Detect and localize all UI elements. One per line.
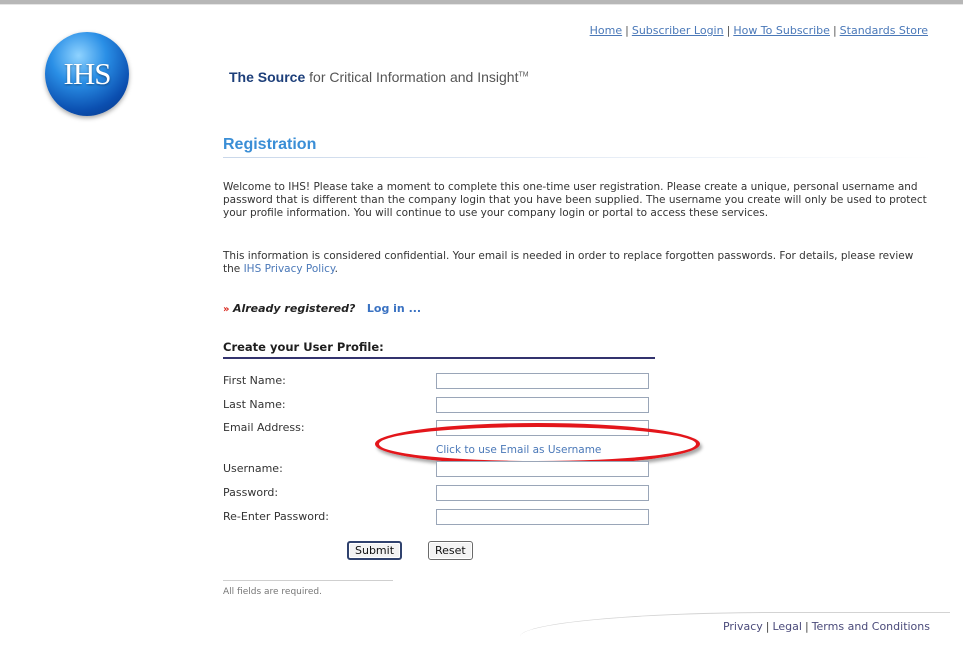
reenter-password-label: Re-Enter Password: <box>223 510 329 523</box>
nav-separator: | <box>726 24 731 37</box>
top-border <box>0 0 963 5</box>
ihs-logo[interactable]: IHS <box>45 32 129 116</box>
confidential-paragraph: This information is considered confident… <box>223 250 933 276</box>
confidential-end: . <box>334 263 338 275</box>
tagline-bold: The Source <box>229 69 306 85</box>
footer-links: Privacy | Legal | Terms and Conditions <box>723 620 930 633</box>
nav-how-to-subscribe-link[interactable]: How To Subscribe <box>733 24 830 37</box>
footer-legal-link[interactable]: Legal <box>772 620 801 633</box>
last-name-field[interactable] <box>436 397 649 413</box>
password-field[interactable] <box>436 485 649 501</box>
nav-separator: | <box>625 24 629 37</box>
nav-home-link[interactable]: Home <box>590 24 622 37</box>
logo-text: IHS <box>63 56 112 91</box>
first-name-field[interactable] <box>436 373 649 389</box>
nav-separator: | <box>832 24 837 37</box>
welcome-paragraph: Welcome to IHS! Please take a moment to … <box>223 181 927 219</box>
footer-privacy-link[interactable]: Privacy <box>723 620 763 633</box>
reenter-password-field[interactable] <box>436 509 649 525</box>
use-email-as-username-link[interactable]: Click to use Email as Username <box>436 444 601 456</box>
first-name-label: First Name: <box>223 374 286 387</box>
email-field[interactable] <box>436 420 649 436</box>
submit-button[interactable]: Submit <box>347 541 403 560</box>
already-registered-row: » Already registered? Log in ... <box>223 302 421 315</box>
nav-subscriber-login-link[interactable]: Subscriber Login <box>632 24 724 37</box>
username-label: Username: <box>223 462 283 475</box>
already-registered-text: Already registered? <box>232 302 356 315</box>
top-navigation: Home | Subscriber Login | How To Subscribe | S… <box>590 24 928 37</box>
privacy-policy-link[interactable]: IHS Privacy Policy <box>244 263 335 275</box>
login-link[interactable]: Log in ... <box>367 302 421 315</box>
profile-divider <box>223 357 655 359</box>
tagline: The Source for Critical Information and … <box>229 69 529 85</box>
double-arrow-icon: » <box>223 304 230 315</box>
password-label: Password: <box>223 486 279 499</box>
title-divider <box>223 157 933 158</box>
email-label: Email Address: <box>223 421 305 434</box>
footer-separator: | <box>765 620 770 633</box>
last-name-label: Last Name: <box>223 398 286 411</box>
tagline-rest: for Critical Information and Insight <box>305 69 519 85</box>
required-divider <box>223 580 393 581</box>
footer-separator: | <box>804 620 809 633</box>
username-field[interactable] <box>436 461 649 477</box>
footer-terms-link[interactable]: Terms and Conditions <box>812 620 930 633</box>
reset-button[interactable]: Reset <box>428 541 473 560</box>
trademark-mark: TM <box>518 71 529 79</box>
required-note: All fields are required. <box>223 587 322 597</box>
profile-section-title: Create your User Profile: <box>223 340 384 354</box>
page-title: Registration <box>223 136 317 153</box>
nav-standards-store-link[interactable]: Standards Store <box>840 24 928 37</box>
